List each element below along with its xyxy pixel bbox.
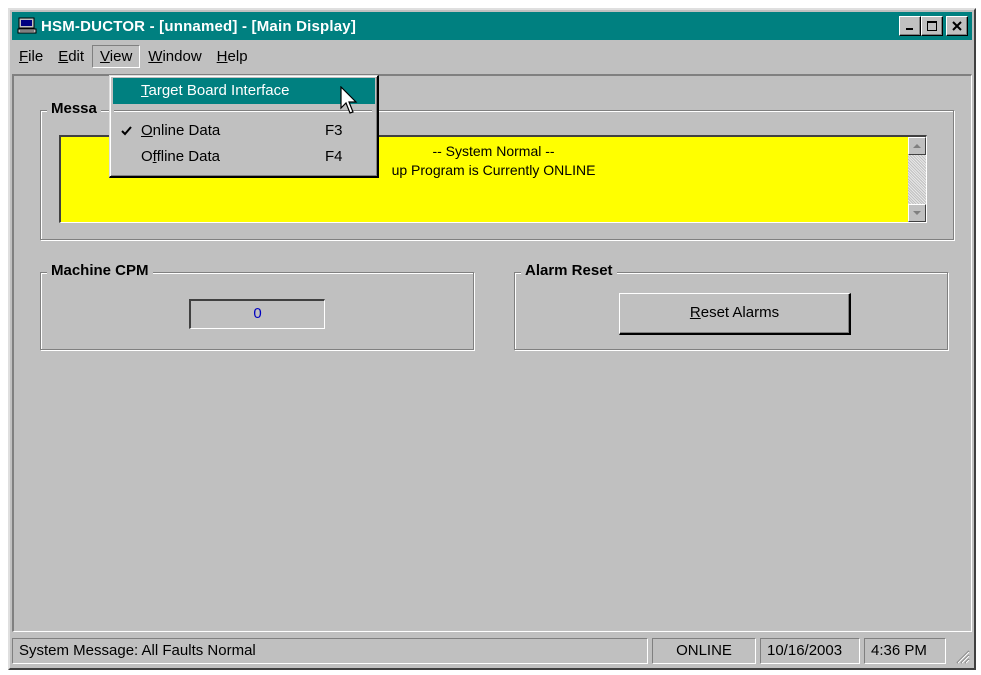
messages-group-label: Messa [47, 100, 101, 117]
status-mode: ONLINE [652, 638, 756, 664]
menu-file[interactable]: File [12, 46, 50, 67]
minimize-icon [906, 28, 913, 30]
menu-edit[interactable]: Edit [51, 46, 91, 67]
status-time: 4:36 PM [864, 638, 946, 664]
menu-bar: File Edit View Window Help [12, 42, 972, 70]
shortcut-f3: F3 [325, 122, 343, 139]
window-title: HSM-DUCTOR - [unnamed] - [Main Display] [41, 17, 357, 35]
scroll-up-button[interactable] [908, 137, 926, 155]
minimize-button[interactable] [899, 16, 921, 36]
mouse-pointer-icon [340, 86, 358, 114]
status-message: System Message: All Faults Normal [12, 638, 648, 664]
menu-offline-data[interactable]: Offline Data F4 [113, 144, 375, 170]
maximize-icon [927, 21, 937, 31]
alarm-reset-group: Alarm Reset Reset Alarms [514, 262, 948, 350]
message-scrollbar[interactable] [908, 137, 926, 222]
alarm-reset-label: Alarm Reset [521, 262, 617, 279]
close-icon [952, 21, 962, 31]
arrow-down-icon [913, 211, 921, 215]
computer-icon [17, 17, 37, 34]
machine-cpm-group: Machine CPM 0 [40, 262, 474, 350]
menu-help[interactable]: Help [210, 46, 255, 67]
maximize-button[interactable] [921, 16, 943, 36]
status-bar: System Message: All Faults Normal ONLINE… [12, 634, 972, 666]
menu-window[interactable]: Window [141, 46, 208, 67]
machine-cpm-label: Machine CPM [47, 262, 153, 279]
menu-target-board-interface[interactable]: Target Board Interface [113, 78, 375, 104]
menu-separator [114, 110, 372, 112]
view-menu-dropdown: Target Board Interface Online Data F3 Of… [109, 75, 379, 178]
checkmark-icon [121, 126, 132, 136]
resize-grip-icon[interactable] [954, 648, 970, 664]
status-date: 10/16/2003 [760, 638, 860, 664]
close-button[interactable] [946, 16, 968, 36]
title-bar[interactable]: HSM-DUCTOR - [unnamed] - [Main Display] [12, 12, 972, 40]
cpm-value-field: 0 [189, 299, 325, 329]
reset-alarms-button[interactable]: Reset Alarms [619, 293, 851, 335]
menu-online-data[interactable]: Online Data F3 [113, 118, 375, 144]
menu-view[interactable]: View [92, 44, 141, 68]
scroll-down-button[interactable] [908, 204, 926, 222]
arrow-up-icon [913, 144, 921, 148]
shortcut-f4: F4 [325, 148, 343, 165]
